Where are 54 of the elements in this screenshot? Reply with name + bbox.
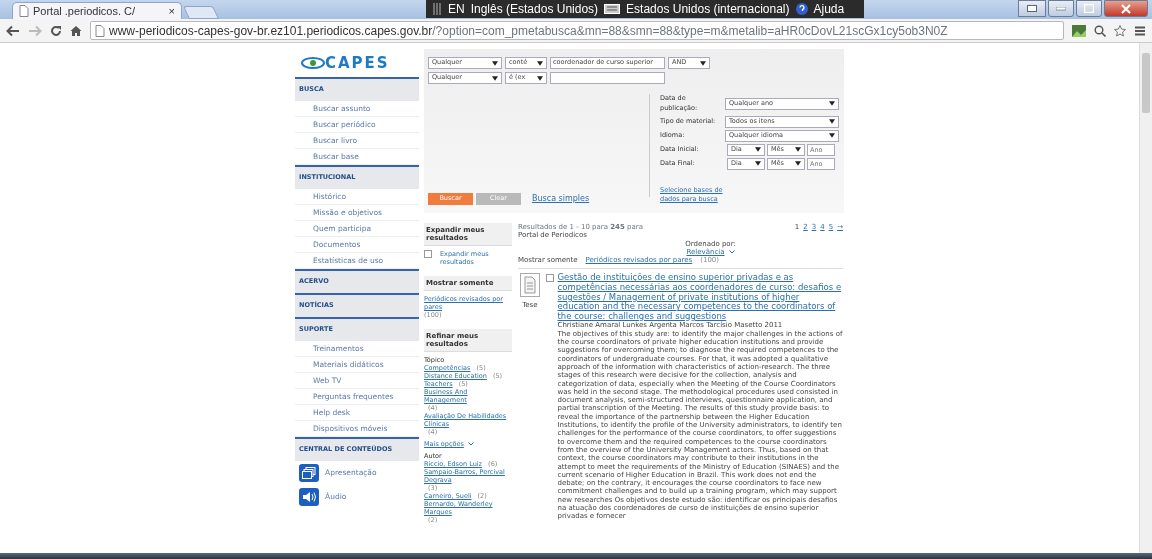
caret-icon <box>829 101 835 107</box>
tab-title: Portal .periodicos. C/ <box>33 3 137 19</box>
keyboard-icon[interactable] <box>604 4 621 14</box>
browser-tab[interactable]: Portal .periodicos. C/ × <box>12 2 182 19</box>
help-icon[interactable] <box>795 3 808 15</box>
back-icon[interactable] <box>6 24 20 37</box>
caret-icon <box>795 147 801 152</box>
close-button[interactable] <box>1104 0 1148 17</box>
language-name[interactable]: Inglês (Estados Unidos) <box>470 0 599 18</box>
page-icon <box>19 5 29 17</box>
help-menu[interactable]: Ajuda <box>813 0 845 18</box>
tab-close-button[interactable]: × <box>168 2 175 20</box>
caret-icon <box>755 147 761 152</box>
language-code[interactable]: EN <box>448 0 465 18</box>
grip-icon[interactable] <box>432 3 442 15</box>
windows-icon <box>302 467 316 479</box>
maximize-button[interactable] <box>1076 0 1102 17</box>
checkbox[interactable] <box>424 250 432 259</box>
restore-button[interactable] <box>1018 0 1046 17</box>
caret-icon <box>537 60 543 66</box>
caret-icon <box>492 60 498 66</box>
caret-icon <box>829 119 835 124</box>
chevron-icon <box>728 250 735 255</box>
image-icon[interactable] <box>1072 24 1086 37</box>
reload-icon[interactable] <box>50 24 62 37</box>
caret-icon <box>700 60 706 66</box>
page-icon <box>95 24 105 37</box>
star-icon[interactable] <box>1114 24 1126 37</box>
caret-icon <box>492 75 498 81</box>
keyboard-layout[interactable]: Estados Unidos (internacional) <box>626 0 790 18</box>
url-text: www-periodicos-capes-gov-br.ez101.periodicos.capes.gov.br/?option=com_pmetabusca&mn=88&smn=88&type=m&metalib=aHR0cDovL21scGx1cy5ob3N0Z <box>109 22 948 39</box>
caret-icon <box>829 133 835 138</box>
caret-icon <box>537 75 543 81</box>
chevron-icon <box>467 442 474 446</box>
search-icon[interactable] <box>1094 24 1106 37</box>
home-icon[interactable] <box>70 24 82 37</box>
simple-search-link[interactable]: Busca simples <box>532 193 590 205</box>
address-bar[interactable]: www-periodicos-capes-gov-br.ez101.periodicos.capes.gov.br/?option=com_pmetabusca&mn=88&smn=88&type=m&metalib=aHR0cDovL21scGx1cy5ob3N0Z <box>90 21 1064 40</box>
eye-icon <box>301 56 325 70</box>
close-icon <box>1121 3 1131 14</box>
document-icon <box>519 273 540 298</box>
result-title[interactable]: Gestão de instituições de ensino superior privadas e as competências necessárias aos coordenadores de curso: desafios e sugestões / Management of private institutions of higher education and the necessary competences to the coordinators of the course: challenges and suggestions <box>557 273 843 322</box>
logo-text: CAPES <box>325 54 390 72</box>
caret-icon <box>755 161 761 166</box>
minimize-icon <box>1056 6 1066 11</box>
caret-icon <box>795 161 801 166</box>
minimize-button[interactable] <box>1048 0 1074 17</box>
scrollbar-thumb[interactable] <box>1142 53 1150 113</box>
speaker-icon <box>302 491 316 503</box>
maximize-icon <box>1084 4 1094 13</box>
scrollbar[interactable] <box>1139 43 1152 553</box>
result-checkbox[interactable] <box>545 274 554 283</box>
search-input[interactable] <box>550 72 665 84</box>
menu-icon[interactable] <box>1134 24 1146 37</box>
